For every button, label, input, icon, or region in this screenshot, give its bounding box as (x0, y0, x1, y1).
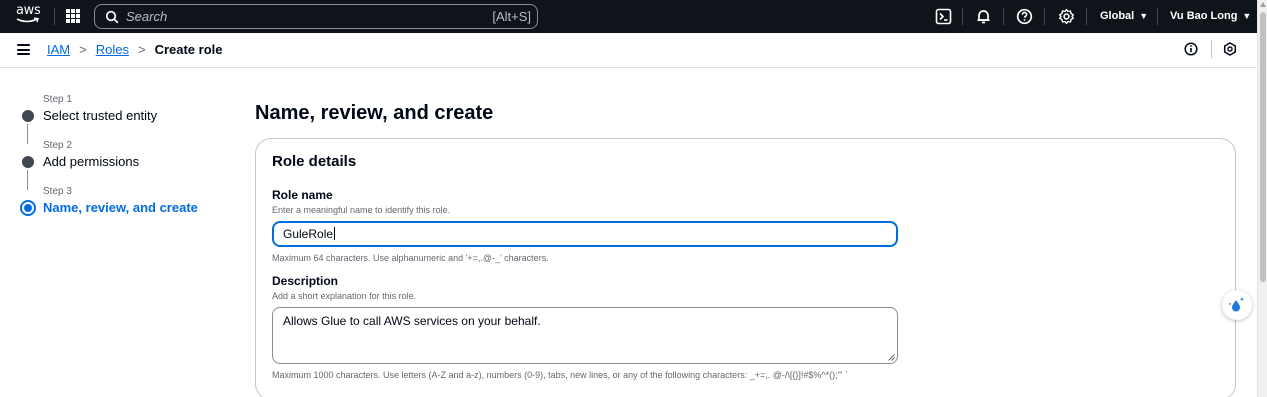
search-icon (105, 10, 119, 24)
role-name-constraint: Maximum 64 characters. Use alphanumeric … (272, 253, 549, 263)
region-selector[interactable]: Global ▼ (1100, 10, 1148, 22)
role-name-value: GuleRole (283, 227, 334, 241)
search-shortcut: [Alt+S] (492, 9, 531, 24)
info-icon[interactable] (1184, 42, 1198, 56)
chevron-right-icon: > (137, 42, 146, 57)
role-name-label: Role name (272, 188, 333, 202)
step-2-title: Add permissions (43, 154, 140, 169)
scroll-thumb[interactable] (1260, 12, 1266, 282)
settings-icon[interactable] (1058, 8, 1075, 25)
step-2-number: Step 2 (43, 140, 72, 151)
description-label: Description (272, 274, 339, 288)
nav-divider (1157, 8, 1158, 25)
breadcrumb-iam-link[interactable]: IAM (47, 42, 70, 57)
caret-down-icon: ▼ (1242, 11, 1252, 21)
breadcrumb-roles-link[interactable]: Roles (96, 42, 129, 57)
breadcrumb-current: Create role (154, 42, 223, 57)
nav-divider (1086, 8, 1087, 25)
cloudshell-icon[interactable] (935, 8, 952, 25)
step-1-title: Select trusted entity (43, 108, 158, 123)
nav-divider (54, 8, 55, 25)
page-scrollbar[interactable] (1257, 0, 1267, 397)
region-label: Global (1100, 10, 1135, 22)
step-3-indicator (20, 200, 36, 216)
aws-logo-text: aws (16, 3, 41, 18)
step-1-indicator (22, 110, 34, 122)
user-name: Vu Bao Long (1170, 10, 1238, 22)
scroll-up-arrow-icon[interactable] (1260, 2, 1266, 7)
breadcrumb-bar: IAM > Roles > Create role (0, 33, 1257, 68)
role-details-container: Role details Role name Enter a meaningfu… (255, 138, 1236, 397)
chevron-right-icon: > (79, 42, 87, 57)
top-navigation: aws Search [Alt+S] Global ▼ Vu Bao Long … (0, 0, 1257, 33)
step-2-indicator (22, 156, 34, 168)
resize-handle-icon[interactable] (888, 354, 895, 361)
step-3-number: Step 3 (43, 186, 72, 197)
step-3-title: Name, review, and create (43, 200, 198, 215)
menu-hamburger-icon[interactable] (17, 44, 30, 55)
sparkle-drop-icon (1229, 297, 1245, 312)
nav-divider (962, 8, 963, 25)
role-details-title: Role details (272, 153, 357, 170)
description-help-text: Add a short explanation for this role. (272, 291, 417, 301)
nav-divider (1044, 8, 1045, 25)
step-connector (27, 124, 28, 144)
role-name-description: Enter a meaningful name to identify this… (272, 205, 451, 215)
aws-smile-icon (16, 17, 39, 23)
step-1-number: Step 1 (43, 94, 72, 105)
feedback-icon[interactable] (1223, 42, 1237, 56)
page-title: Name, review, and create (255, 102, 494, 124)
panel-divider (1211, 40, 1212, 58)
caret-down-icon: ▼ (1139, 11, 1149, 21)
search-placeholder: Search (126, 9, 168, 24)
aws-logo[interactable]: aws (16, 4, 42, 28)
search-box[interactable]: Search [Alt+S] (94, 4, 538, 29)
role-name-input[interactable]: GuleRole (272, 221, 898, 247)
nav-divider (1003, 8, 1004, 25)
text-cursor (334, 227, 336, 240)
description-constraint: Maximum 1000 characters. Use letters (A-… (272, 370, 848, 380)
description-textarea[interactable]: Allows Glue to call AWS services on your… (272, 307, 898, 364)
amazon-q-button[interactable] (1222, 290, 1252, 320)
help-icon[interactable] (1016, 8, 1033, 25)
breadcrumb: IAM > Roles > Create role (47, 42, 222, 57)
apps-grid-icon[interactable] (66, 9, 80, 23)
bell-icon[interactable] (975, 8, 992, 25)
step-connector (27, 170, 28, 190)
description-value: Allows Glue to call AWS services on your… (283, 314, 541, 328)
account-menu[interactable]: Vu Bao Long ▼ (1170, 10, 1251, 22)
